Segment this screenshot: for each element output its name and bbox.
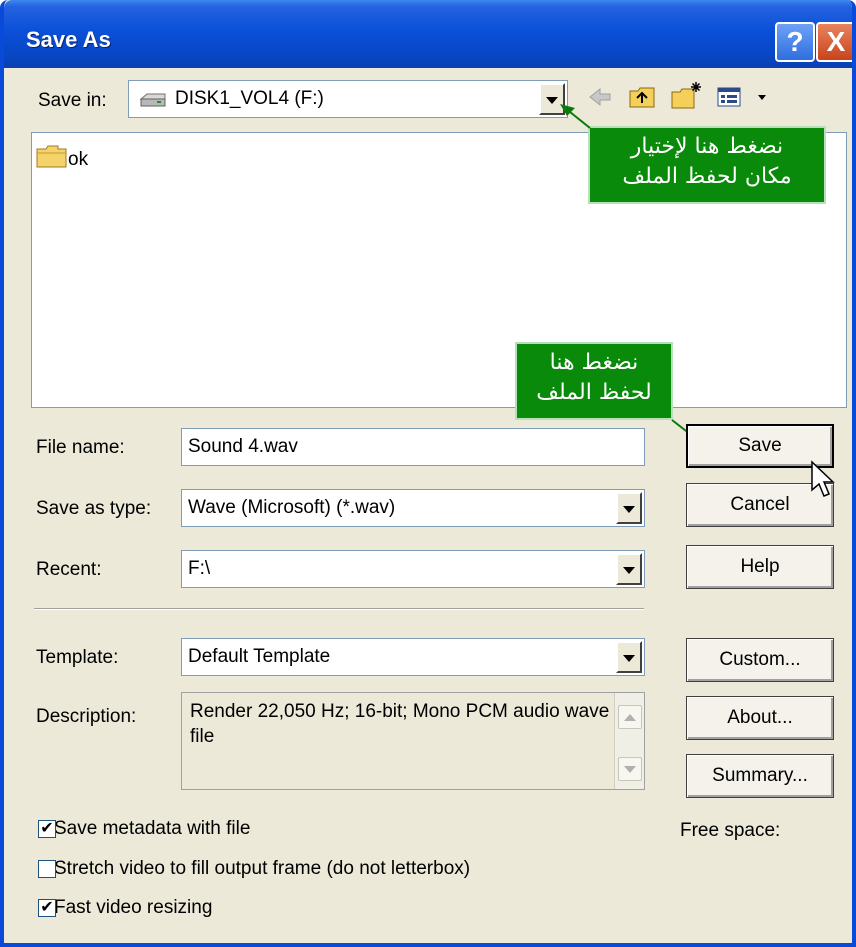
save-button-label: Save xyxy=(738,435,782,456)
save-in-label: Save in: xyxy=(38,90,107,111)
scroll-down-icon[interactable] xyxy=(618,757,642,781)
mouse-cursor-icon xyxy=(810,460,838,506)
about-button-label: About... xyxy=(727,707,793,728)
stretch-video-label: Stretch video to fill output frame (do n… xyxy=(54,858,471,879)
file-name-input[interactable]: Sound 4.wav xyxy=(181,428,645,466)
free-space-label: Free space: xyxy=(680,820,781,841)
list-item[interactable]: ok xyxy=(36,145,88,175)
save-metadata-checkbox-row[interactable]: ✔ Save metadata with file xyxy=(38,818,250,840)
description-box: Render 22,050 Hz; 16-bit; Mono PCM audio… xyxy=(181,692,645,790)
cancel-button-label: Cancel xyxy=(730,494,790,515)
save-as-type-value: Wave (Microsoft) (*.wav) xyxy=(188,497,396,518)
scroll-up-icon[interactable] xyxy=(618,705,642,729)
callout-save-line2: لحفظ الملف xyxy=(536,380,652,405)
separator xyxy=(34,608,644,610)
recent-label: Recent: xyxy=(36,559,102,580)
description-text: Render 22,050 Hz; 16-bit; Mono PCM audio… xyxy=(190,701,610,747)
view-menu-icon[interactable] xyxy=(716,85,770,115)
save-metadata-checkbox[interactable]: ✔ xyxy=(38,820,56,838)
window-title: Save As xyxy=(26,27,111,52)
recent-value: F:\ xyxy=(188,558,211,579)
back-arrow-icon[interactable] xyxy=(586,85,614,115)
description-scrollbar[interactable] xyxy=(614,693,644,789)
summary-button[interactable]: Summary... xyxy=(686,754,834,798)
callout-save: نضغط هنا لحفظ الملف xyxy=(515,342,673,420)
new-folder-icon[interactable] xyxy=(670,80,704,118)
template-dropdown-arrow[interactable] xyxy=(616,641,642,673)
file-name-value: Sound 4.wav xyxy=(188,436,298,457)
save-metadata-label: Save metadata with file xyxy=(54,818,251,839)
template-dropdown[interactable]: Default Template xyxy=(181,638,645,676)
folder-name: ok xyxy=(68,149,89,170)
callout-location-line1: نضغط هنا لإختيار xyxy=(630,134,784,159)
custom-button[interactable]: Custom... xyxy=(686,638,834,682)
checkmark-icon: ✔ xyxy=(40,899,54,916)
save-as-type-label: Save as type: xyxy=(36,498,152,519)
drive-icon xyxy=(139,91,167,115)
file-name-label: File name: xyxy=(36,437,125,458)
title-bar[interactable]: Save As ? X xyxy=(4,0,852,68)
question-icon: ? xyxy=(786,26,804,57)
fast-resizing-checkbox-row[interactable]: ✔ Fast video resizing xyxy=(38,897,212,919)
checkmark-icon: ✔ xyxy=(40,820,54,837)
fast-resizing-checkbox[interactable]: ✔ xyxy=(38,899,56,917)
template-label: Template: xyxy=(36,647,119,668)
fast-resizing-label: Fast video resizing xyxy=(54,897,213,918)
stretch-video-checkbox[interactable] xyxy=(38,860,56,878)
about-button[interactable]: About... xyxy=(686,696,834,740)
callout-location-line2: مكان لحفظ الملف xyxy=(622,164,792,189)
save-as-type-dropdown[interactable]: Wave (Microsoft) (*.wav) xyxy=(181,489,645,527)
help-button-label: Help xyxy=(740,556,780,577)
save-in-dropdown-arrow[interactable] xyxy=(539,83,565,115)
save-as-type-dropdown-arrow[interactable] xyxy=(616,492,642,524)
close-button[interactable]: X xyxy=(816,22,852,62)
callout-location: نضغط هنا لإختيار مكان لحفظ الملف xyxy=(588,126,826,204)
template-value: Default Template xyxy=(188,646,331,667)
stretch-video-checkbox-row[interactable]: Stretch video to fill output frame (do n… xyxy=(38,858,470,880)
help-title-button[interactable]: ? xyxy=(775,22,815,62)
summary-button-label: Summary... xyxy=(712,765,808,786)
up-folder-icon[interactable] xyxy=(628,83,658,117)
callout-save-line1: نضغط هنا xyxy=(549,350,639,375)
recent-dropdown-arrow[interactable] xyxy=(616,553,642,585)
help-button[interactable]: Help xyxy=(686,545,834,589)
close-icon: X xyxy=(826,26,846,57)
recent-dropdown[interactable]: F:\ xyxy=(181,550,645,588)
save-in-dropdown[interactable]: DISK1_VOL4 (F:) xyxy=(128,80,568,118)
save-in-value: DISK1_VOL4 (F:) xyxy=(175,88,324,109)
description-label: Description: xyxy=(36,706,137,727)
folder-icon xyxy=(36,145,68,175)
custom-button-label: Custom... xyxy=(719,649,801,670)
save-as-dialog: Save As ? X Save in: DISK1_VOL4 (F:) ok … xyxy=(0,0,856,947)
